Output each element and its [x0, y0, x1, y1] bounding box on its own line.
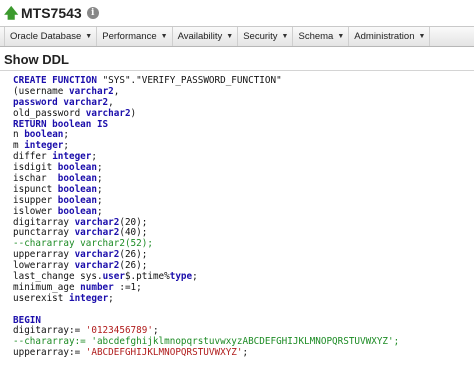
code-token: $.ptime% — [124, 271, 170, 283]
code-token: varchar2 — [74, 249, 120, 261]
menu-label: Schema — [298, 31, 334, 42]
code-token: (26); — [119, 249, 148, 261]
code-token: lowerarray — [13, 260, 75, 272]
menu-availability[interactable]: Availability ▼ — [173, 27, 239, 46]
chevron-down-icon: ▼ — [160, 33, 168, 40]
menu-bar: Oracle Database ▼ Performance ▼ Availabi… — [0, 26, 474, 47]
code-token: ; — [91, 151, 97, 163]
code-token: (26); — [119, 260, 148, 272]
code-token: isdigit — [13, 162, 58, 174]
code-token: ; — [96, 205, 103, 217]
code-token: upperarray — [13, 249, 75, 261]
code-token: varchar2 — [74, 260, 120, 272]
menu-administration[interactable]: Administration ▼ — [349, 27, 431, 46]
code-token: upperarray:= — [13, 347, 86, 359]
code-token: password — [13, 96, 64, 108]
code-token: last_change sys. — [13, 271, 103, 283]
code-token: boolean — [57, 183, 97, 195]
code-token: --chararray varchar2(52); — [13, 238, 153, 250]
code-token: boolean — [24, 129, 64, 141]
chevron-down-icon: ▼ — [226, 33, 234, 40]
chevron-down-icon: ▼ — [418, 33, 426, 40]
code-token: (40); — [119, 227, 148, 239]
page-header: 🡅 MTS7543 i — [0, 0, 474, 26]
code-token: (20); — [119, 216, 148, 228]
menu-security[interactable]: Security ▼ — [238, 27, 294, 46]
code-token: type — [169, 271, 193, 283]
menu-label: Oracle Database — [10, 31, 82, 42]
code-token: ispunct — [13, 183, 58, 195]
code-token: integer — [24, 140, 64, 152]
menu-performance[interactable]: Performance ▼ — [97, 27, 173, 46]
chevron-down-icon: ▼ — [281, 33, 289, 40]
code-token: integer — [68, 292, 109, 304]
code-token: BEGIN — [13, 314, 41, 326]
ddl-code-block: CREATE FUNCTION "SYS"."VERIFY_PASSWORD_F… — [13, 75, 474, 359]
code-token: , — [113, 85, 120, 97]
menu-label: Administration — [354, 31, 415, 42]
menu-label: Availability — [177, 31, 223, 42]
code-token: ; — [96, 194, 103, 206]
code-token: varchar2 — [74, 227, 120, 239]
code-token: :=1; — [113, 281, 142, 293]
section-title: Show DDL — [0, 48, 474, 71]
code-token: varchar2 — [74, 216, 120, 228]
code-token: '0123456789' — [85, 325, 153, 337]
code-token: m — [13, 140, 25, 152]
code-token: ; — [242, 347, 249, 359]
code-token: ; — [63, 140, 69, 152]
up-arrow-icon[interactable]: 🡅 — [4, 6, 18, 20]
code-line: RETURN boolean IS — [13, 118, 474, 131]
page-title: MTS7543 — [21, 5, 82, 21]
code-token: punctarray — [13, 227, 75, 239]
code-token: digitarray — [13, 216, 75, 228]
code-token: differ — [13, 151, 53, 163]
code-token: ) — [130, 107, 137, 119]
code-token: boolean — [57, 205, 97, 217]
code-token: userexist — [13, 292, 69, 304]
code-token: ; — [192, 271, 198, 283]
code-token: ; — [152, 325, 159, 337]
code-token: isupper — [13, 194, 58, 206]
menu-label: Security — [243, 31, 278, 42]
code-token: ; — [108, 292, 114, 304]
code-line: n boolean; — [13, 130, 474, 141]
code-line: upperarray:= 'ABCDEFGHIJKLMNOPQRSTUVWXYZ… — [13, 347, 474, 359]
code-line: userexist integer; — [13, 292, 474, 305]
code-token: "SYS"."VERIFY_PASSWORD_FUNCTION" — [96, 75, 282, 86]
code-token: varchar2 — [68, 85, 114, 97]
code-token: number — [80, 281, 114, 293]
code-token: ; — [96, 162, 103, 174]
code-token: user — [102, 271, 125, 283]
code-token: ischar — [13, 173, 58, 185]
code-token: CREATE FUNCTION — [13, 75, 97, 86]
code-token: boolean — [57, 173, 97, 185]
code-token: digitarray:= — [13, 325, 86, 337]
code-token: ; — [63, 129, 69, 141]
code-token: 'ABCDEFGHIJKLMNOPQRSTUVWXYZ' — [85, 347, 243, 359]
code-token: old_password — [13, 107, 86, 119]
code-token: integer — [52, 151, 92, 163]
code-token: varchar2 — [85, 107, 131, 119]
chevron-down-icon: ▼ — [337, 33, 345, 40]
code-token: boolean — [57, 162, 97, 174]
menu-label: Performance — [102, 31, 157, 42]
code-token: (username — [13, 85, 69, 97]
code-token: varchar2 — [63, 96, 109, 108]
code-token: boolean — [57, 194, 97, 206]
menu-oracle-database[interactable]: Oracle Database ▼ — [4, 27, 98, 46]
code-token: n — [13, 129, 25, 141]
code-token: islower — [13, 205, 58, 217]
code-token: minimum_age — [13, 281, 81, 293]
chevron-down-icon: ▼ — [85, 33, 93, 40]
code-token: ; — [96, 183, 103, 195]
code-token: RETURN boolean IS — [13, 118, 109, 130]
code-token: , — [108, 96, 114, 108]
info-icon[interactable]: i — [86, 7, 99, 19]
code-token: ; — [96, 173, 103, 185]
code-token: --chararray:= 'abcdefghijklmnopqrstuvwxy… — [13, 336, 400, 348]
menu-schema[interactable]: Schema ▼ — [293, 27, 350, 46]
